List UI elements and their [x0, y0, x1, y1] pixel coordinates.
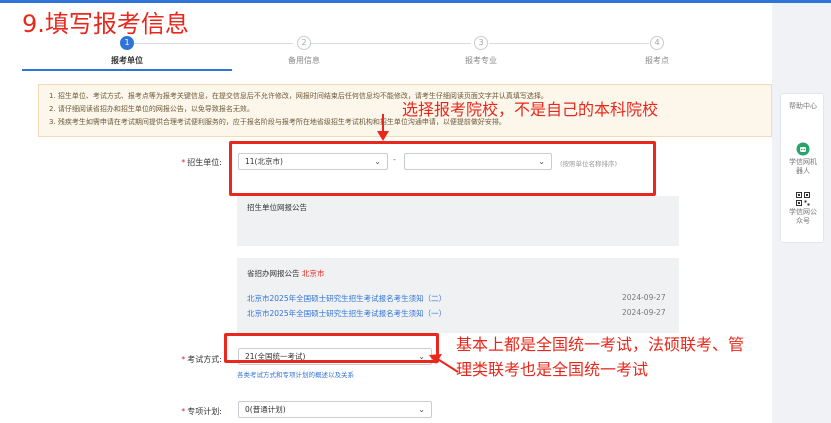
notice-line-2: 2. 请仔细阅读省招办和招生单位的网报公告，以免导致报名无效。 [49, 105, 254, 113]
province-notice-title: 省招办网报公告 北京市 [247, 269, 325, 278]
school-highlight-box [229, 141, 656, 196]
unit-label: * 招生单位: [181, 158, 222, 167]
province-notice-box: 省招办网报公告 北京市 北京市2025年全国硕士研究生招生考试报名考生须知（二）… [237, 258, 679, 333]
step-3-circle: 3 [474, 36, 488, 50]
chevron-down-icon: ⌄ [418, 405, 425, 414]
exam-method-info-link[interactable]: 各类考试方式和专项计划的概述以及关系 [237, 369, 354, 379]
exam-highlight-box [224, 333, 439, 363]
active-step-underline [22, 69, 232, 71]
step-connector [489, 43, 649, 44]
notice-link-1[interactable]: 北京市2025年全国硕士研究生招生考试报名考生须知（一） [247, 308, 446, 319]
step-3-label[interactable]: 报考专业 [441, 55, 521, 66]
notice-link-2[interactable]: 北京市2025年全国硕士研究生招生考试报名考生须知（二） [247, 293, 446, 304]
exam-label: * 考试方式: [181, 355, 222, 364]
annotation-exam-line-2: 理类联考也是全国统一考试 [456, 360, 649, 379]
step-4-circle: 4 [650, 36, 664, 50]
robot-icon [796, 142, 810, 156]
annotation-exam-line-1: 基本上都是全国统一考试，法硕联考、管 [456, 335, 745, 354]
plan-label: * 专项计划: [181, 407, 222, 416]
special-plan-select[interactable]: 0(普通计划) ⌄ [238, 401, 432, 418]
step-connector [311, 43, 471, 44]
robot-button[interactable]: 学信网机器人 [781, 142, 825, 176]
step-connector [133, 43, 293, 44]
qr-code-icon [796, 192, 810, 206]
step-progress: 1 报考单位 2 备用信息 3 报考专业 4 报考点 [0, 33, 772, 73]
annotation-school: 选择报考院校，不是自己的本科院校 [402, 100, 659, 119]
step-1-label[interactable]: 报考单位 [87, 55, 167, 66]
notice-date-1: 2024-09-27 [622, 308, 666, 317]
step-4-label[interactable]: 报考点 [617, 55, 697, 66]
right-rail: 帮助中心 学信网机器人 学信网公众号 [772, 3, 831, 423]
step-2-label[interactable]: 备用信息 [264, 55, 344, 66]
step-2-circle: 2 [297, 36, 311, 50]
notice-date-2: 2024-09-27 [622, 293, 666, 302]
rail-panel: 帮助中心 学信网机器人 学信网公众号 [780, 93, 824, 243]
tutorial-step-title: 9.填写报考信息 [22, 10, 189, 38]
unit-notice-box: 招生单位网报公告 [237, 196, 679, 246]
qr-code-button[interactable]: 学信网公众号 [781, 192, 825, 226]
help-center-button[interactable]: 帮助中心 [781, 102, 825, 111]
unit-notice-title: 招生单位网报公告 [247, 203, 307, 212]
